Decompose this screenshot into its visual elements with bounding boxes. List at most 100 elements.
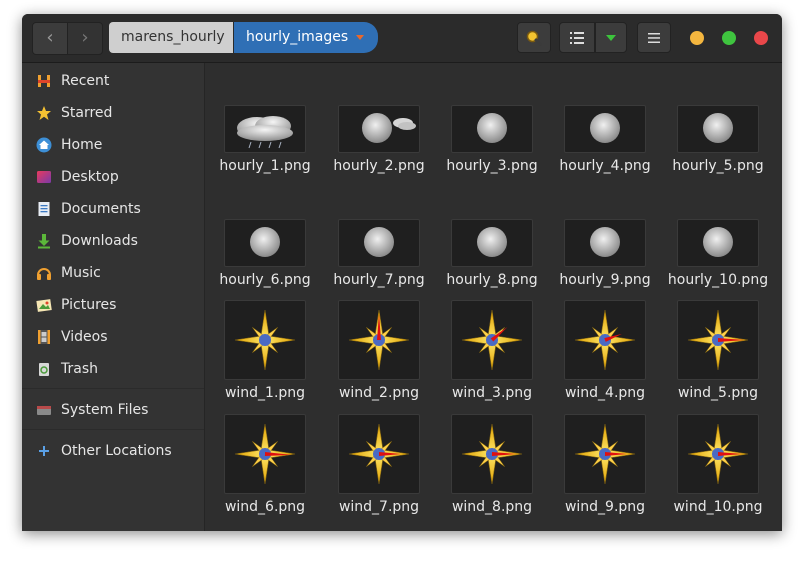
sidebar-item-label: Pictures [61, 297, 117, 313]
maximize-button[interactable] [722, 31, 736, 45]
file-item[interactable]: wind_7.png [324, 414, 434, 515]
sidebar-item-starred[interactable]: Starred [22, 98, 204, 128]
file-name: hourly_5.png [672, 158, 764, 174]
file-item[interactable]: hourly_9.png [550, 219, 660, 309]
sidebar-item-label: Downloads [61, 233, 138, 249]
file-thumbnail [677, 105, 759, 153]
file-thumbnail [451, 414, 533, 494]
sidebar-item-trash[interactable]: Trash [22, 354, 204, 384]
forward-button[interactable]: › [67, 22, 103, 55]
file-name: wind_1.png [224, 385, 306, 401]
file-name: hourly_8.png [446, 272, 538, 288]
file-name: wind_7.png [338, 499, 420, 515]
downloads-icon [38, 234, 50, 249]
sidebar-item-videos[interactable]: Videos [22, 322, 204, 352]
file-item[interactable]: hourly_3.png [437, 105, 547, 195]
file-item[interactable]: hourly_8.png [437, 219, 547, 309]
main-menu-button[interactable] [637, 22, 671, 53]
recent-icon [38, 75, 50, 87]
file-item[interactable]: hourly_6.png [210, 219, 320, 309]
file-name: hourly_1.png [219, 158, 311, 174]
file-name: hourly_4.png [559, 158, 651, 174]
file-name: wind_2.png [338, 385, 420, 401]
cloud-rain-icon [237, 116, 293, 149]
file-item[interactable]: wind_1.png [210, 300, 320, 401]
compass-icon [687, 309, 749, 371]
sidebar-item-label: Other Locations [61, 443, 172, 459]
file-item[interactable]: wind_2.png [324, 300, 434, 401]
search-button[interactable] [517, 22, 551, 53]
moon-icon [477, 227, 507, 257]
file-grid: hourly_1.png hourly_2.png hourly_3.png h… [205, 63, 782, 531]
breadcrumb-marens-hourly[interactable]: marens_hourly [109, 22, 233, 53]
pictures-icon [36, 299, 52, 312]
sidebar-item-label: Home [61, 137, 103, 153]
file-name: wind_9.png [564, 499, 646, 515]
sidebar-item-recent[interactable]: Recent [22, 66, 204, 96]
search-icon [526, 30, 542, 46]
view-mode-button[interactable] [559, 22, 595, 53]
sidebar-item-label: Starred [61, 105, 113, 121]
file-thumbnail [451, 300, 533, 380]
moon-cloud-icon [362, 113, 416, 143]
sidebar-item-desktop[interactable]: Desktop [22, 162, 204, 192]
file-name: wind_8.png [451, 499, 533, 515]
file-name: wind_3.png [451, 385, 533, 401]
file-thumbnail [564, 105, 646, 153]
sidebar-item-music[interactable]: Music [22, 258, 204, 288]
minimize-button[interactable] [690, 31, 704, 45]
file-thumbnail [564, 219, 646, 267]
breadcrumb-hourly-images[interactable]: hourly_images [234, 22, 378, 53]
header-bar: ‹ › marens_hourly hourly_images [22, 14, 782, 63]
file-item[interactable]: wind_8.png [437, 414, 547, 515]
file-name: hourly_3.png [446, 158, 538, 174]
moon-icon [703, 227, 733, 257]
desktop-icon [37, 171, 51, 183]
sidebar-item-home[interactable]: Home [22, 130, 204, 160]
file-thumbnail [224, 105, 306, 153]
file-item[interactable]: wind_10.png [663, 414, 773, 515]
drive-icon [37, 406, 51, 415]
sidebar-item-system-files[interactable]: System Files [22, 395, 204, 425]
file-item[interactable]: wind_3.png [437, 300, 547, 401]
sidebar: Recent Starred Home Desktop Documents Do… [22, 63, 205, 531]
compass-icon [461, 423, 523, 485]
back-button[interactable]: ‹ [32, 22, 68, 55]
file-item[interactable]: hourly_5.png [663, 105, 773, 195]
close-button[interactable] [754, 31, 768, 45]
list-view-icon [570, 32, 584, 44]
file-item[interactable]: wind_6.png [210, 414, 320, 515]
sidebar-item-pictures[interactable]: Pictures [22, 290, 204, 320]
file-item[interactable]: hourly_7.png [324, 219, 434, 309]
dropdown-arrow-icon [356, 35, 364, 40]
star-icon [37, 106, 51, 120]
breadcrumb-label: hourly_images [246, 29, 349, 45]
view-options-dropdown[interactable] [595, 22, 627, 53]
compass-icon [461, 309, 523, 371]
compass-icon [348, 309, 410, 371]
file-item[interactable]: wind_4.png [550, 300, 660, 401]
file-item[interactable]: hourly_10.png [663, 219, 773, 309]
file-item[interactable]: hourly_2.png [324, 105, 434, 195]
file-item[interactable]: wind_9.png [550, 414, 660, 515]
sidebar-item-label: Desktop [61, 169, 119, 185]
sidebar-item-label: Videos [61, 329, 108, 345]
file-thumbnail [224, 219, 306, 267]
file-name: hourly_6.png [219, 272, 311, 288]
file-name: hourly_10.png [667, 272, 769, 288]
file-thumbnail [338, 105, 420, 153]
music-icon [37, 268, 51, 280]
file-item[interactable]: wind_5.png [663, 300, 773, 401]
sidebar-item-other-locations[interactable]: Other Locations [22, 436, 204, 466]
file-item[interactable]: hourly_1.png [210, 105, 320, 195]
file-thumbnail [451, 105, 533, 153]
sidebar-item-downloads[interactable]: Downloads [22, 226, 204, 256]
file-thumbnail [338, 414, 420, 494]
moon-icon [590, 227, 620, 257]
sidebar-item-documents[interactable]: Documents [22, 194, 204, 224]
compass-icon [234, 423, 296, 485]
moon-icon [590, 113, 620, 143]
file-name: wind_5.png [677, 385, 759, 401]
compass-icon [687, 423, 749, 485]
file-item[interactable]: hourly_4.png [550, 105, 660, 195]
